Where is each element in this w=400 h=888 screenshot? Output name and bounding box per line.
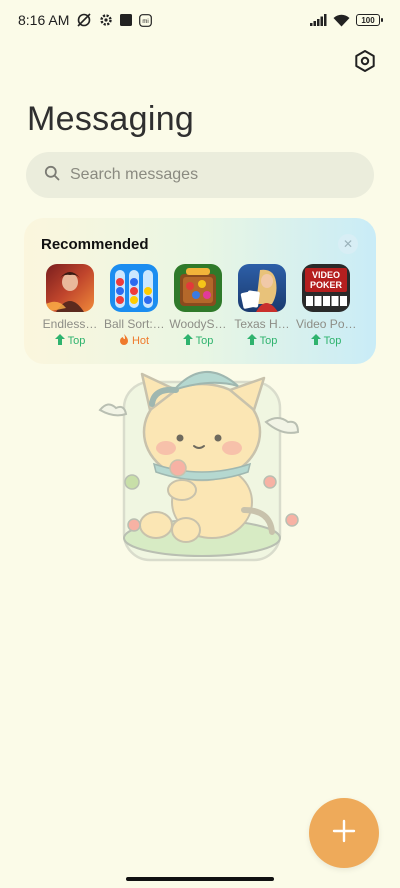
new-message-button[interactable] [309,798,379,868]
mi-icon: mi [139,13,153,27]
status-time: 8:16 AM [18,12,70,28]
app-item-texas-holdem[interactable]: Texas H… Top [234,264,290,348]
square-app-icon [120,14,133,26]
home-indicator[interactable] [126,877,274,881]
status-right: 100 [310,14,383,27]
app-badge-top: Top [246,334,278,348]
plus-icon [332,819,356,848]
app-item-endless[interactable]: Endless… Top [43,264,97,348]
settings-hexagon-icon [353,49,377,78]
up-arrow-icon [54,334,65,348]
woody-game-icon[interactable] [174,264,222,312]
gear-notification-icon [99,13,113,27]
endless-game-icon[interactable] [46,264,94,312]
signal-icon [310,14,327,26]
app-name: Video Po… [296,317,356,331]
app-item-woody[interactable]: WoodyS… Top [169,264,227,348]
app-badge-hot: Hot [119,334,149,348]
status-left: 8:16 AM mi [18,12,153,28]
app-badge-top: Top [310,334,342,348]
app-badge-top: Top [54,334,86,348]
app-item-video-poker[interactable]: VIDEO POKER Video Po… Top [296,264,356,348]
badge-label: Top [323,335,342,347]
search-icon [44,165,60,186]
app-name: Texas H… [234,317,290,331]
badge-label: Top [67,335,86,347]
battery-level: 100 [361,15,375,25]
settings-button[interactable] [352,49,378,78]
status-bar: 8:16 AM mi 100 [0,0,400,40]
page-title: Messaging [27,100,195,138]
svg-text:mi: mi [143,19,149,25]
no-alarm-icon [76,12,92,28]
badge-label: Top [259,335,278,347]
battery-icon: 100 [356,14,383,26]
video-poker-icon[interactable]: VIDEO POKER [302,264,350,312]
app-item-ball-sort[interactable]: Ball Sort:… Hot [104,264,164,348]
recommended-apps: Endless… Top Ball Sort:… Hot WoodyS… Top… [43,264,356,348]
badge-label: Hot [131,335,150,347]
ball-sort-icon[interactable] [110,264,158,312]
recommended-title: Recommended [41,236,149,253]
up-arrow-icon [246,334,257,348]
video-poker-line1: VIDEO [312,270,340,280]
app-name: Ball Sort:… [104,317,164,331]
texas-holdem-icon[interactable] [238,264,286,312]
search-input[interactable] [70,166,330,184]
recommended-card: Recommended ✕ Endless… Top Ball Sort:… H… [24,218,376,364]
app-name: Endless… [42,317,98,331]
app-badge-top: Top [182,334,214,348]
cat-illustration [94,360,304,570]
close-icon[interactable]: ✕ [338,234,358,254]
badge-label: Top [195,335,214,347]
up-arrow-icon [182,334,193,348]
video-poker-line2: POKER [310,280,343,290]
wifi-icon [333,14,350,27]
up-arrow-icon [310,334,321,348]
flame-icon [119,334,129,348]
search-bar[interactable] [26,152,374,198]
app-name: WoodyS… [169,317,227,331]
